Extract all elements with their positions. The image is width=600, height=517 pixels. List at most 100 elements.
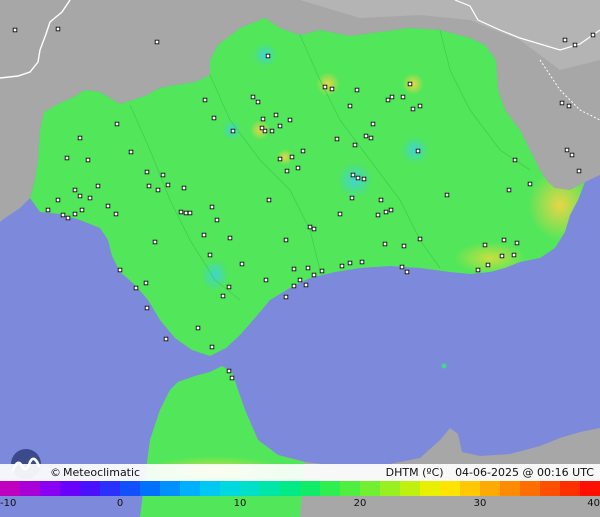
station-marker[interactable] [506,187,512,193]
station-marker[interactable] [352,142,358,148]
station-marker[interactable] [255,99,261,105]
station-marker[interactable] [229,375,235,381]
station-marker[interactable] [410,106,416,112]
station-marker[interactable] [277,123,283,129]
station-marker[interactable] [283,294,289,300]
station-marker[interactable] [152,239,158,245]
station-marker[interactable] [160,172,166,178]
station-marker[interactable] [404,269,410,275]
station-marker[interactable] [64,155,70,161]
station-marker[interactable] [284,168,290,174]
station-marker[interactable] [45,207,51,213]
station-marker[interactable] [399,264,405,270]
station-marker[interactable] [163,336,169,342]
station-marker[interactable] [287,117,293,123]
station-marker[interactable] [87,195,93,201]
station-marker[interactable] [239,261,245,267]
station-marker[interactable] [265,53,271,59]
station-marker[interactable] [117,267,123,273]
station-marker[interactable] [72,211,78,217]
station-marker[interactable] [417,103,423,109]
station-marker[interactable] [295,165,301,171]
station-marker[interactable] [311,272,317,278]
station-marker[interactable] [260,116,266,122]
station-marker[interactable] [415,148,421,154]
station-marker[interactable] [334,136,340,142]
station-marker[interactable] [291,266,297,272]
station-marker[interactable] [85,157,91,163]
station-marker[interactable] [202,97,208,103]
station-marker[interactable] [79,207,85,213]
station-marker[interactable] [572,42,578,48]
station-marker[interactable] [319,268,325,274]
station-marker[interactable] [187,210,193,216]
station-marker[interactable] [407,81,413,87]
station-marker[interactable] [359,259,365,265]
station-marker[interactable] [154,39,160,45]
station-marker[interactable] [562,37,568,43]
station-marker[interactable] [347,260,353,266]
station-marker[interactable] [347,103,353,109]
station-marker[interactable] [297,277,303,283]
station-marker[interactable] [105,203,111,209]
station-marker[interactable] [263,277,269,283]
station-marker[interactable] [559,100,565,106]
station-marker[interactable] [311,226,317,232]
station-marker[interactable] [146,183,152,189]
station-marker[interactable] [303,282,309,288]
station-marker[interactable] [350,172,356,178]
station-marker[interactable] [227,235,233,241]
station-marker[interactable] [113,211,119,217]
station-marker[interactable] [209,204,215,210]
station-marker[interactable] [378,197,384,203]
station-marker[interactable] [144,305,150,311]
station-marker[interactable] [273,112,279,118]
station-marker[interactable] [354,87,360,93]
station-marker[interactable] [400,94,406,100]
station-marker[interactable] [230,128,236,134]
station-marker[interactable] [514,240,520,246]
station-marker[interactable] [226,284,232,290]
station-marker[interactable] [590,32,596,38]
station-marker[interactable] [77,193,83,199]
station-marker[interactable] [183,210,189,216]
station-marker[interactable] [195,325,201,331]
station-marker[interactable] [401,243,407,249]
station-marker[interactable] [564,147,570,153]
station-marker[interactable] [361,176,367,182]
station-marker[interactable] [155,187,161,193]
station-marker[interactable] [475,267,481,273]
station-marker[interactable] [12,27,18,33]
station-marker[interactable] [368,135,374,141]
station-marker[interactable] [114,121,120,127]
station-marker[interactable] [269,128,275,134]
station-marker[interactable] [165,182,171,188]
station-marker[interactable] [511,252,517,258]
station-marker[interactable] [250,94,256,100]
station-marker[interactable] [576,168,582,174]
station-marker[interactable] [417,236,423,242]
station-marker[interactable] [375,212,381,218]
station-marker[interactable] [355,175,361,181]
station-marker[interactable] [266,197,272,203]
station-marker[interactable] [566,103,572,109]
station-marker[interactable] [201,232,207,238]
station-marker[interactable] [289,154,295,160]
station-marker[interactable] [337,211,343,217]
station-marker[interactable] [499,253,505,259]
station-marker[interactable] [220,293,226,299]
station-marker[interactable] [370,121,376,127]
station-marker[interactable] [133,285,139,291]
station-marker[interactable] [60,212,66,218]
station-marker[interactable] [211,115,217,121]
station-marker[interactable] [144,169,150,175]
station-marker[interactable] [72,187,78,193]
station-marker[interactable] [77,135,83,141]
station-marker[interactable] [207,252,213,258]
station-marker[interactable] [55,197,61,203]
station-marker[interactable] [283,237,289,243]
station-marker[interactable] [349,195,355,201]
station-marker[interactable] [277,156,283,162]
station-marker[interactable] [527,181,533,187]
station-marker[interactable] [569,152,575,158]
